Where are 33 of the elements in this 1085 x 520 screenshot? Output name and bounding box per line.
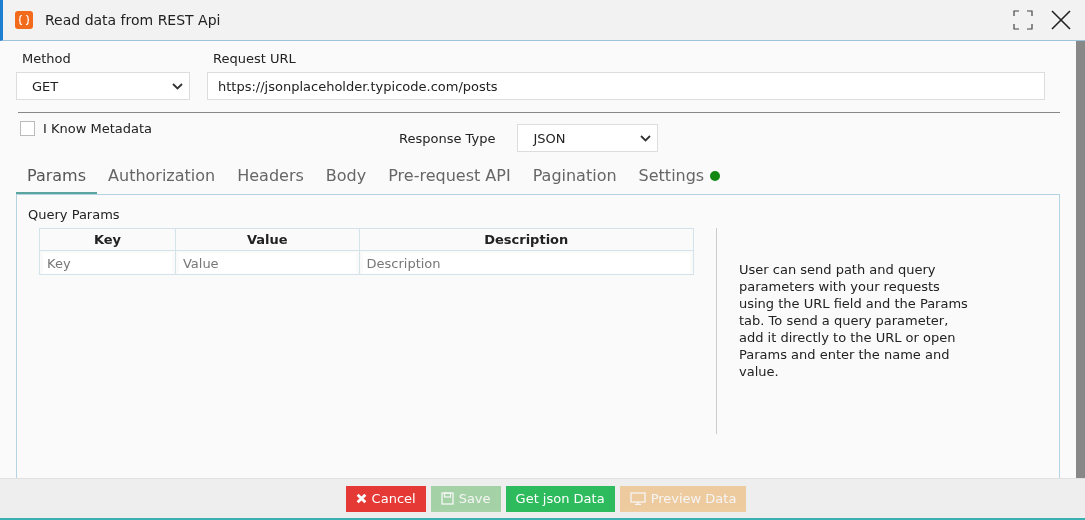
cell-input-field[interactable]: Description (362, 252, 690, 274)
cancel-button[interactable]: Cancel (345, 485, 426, 512)
url-input-field[interactable]: https://jsonplaceholder.typicode.com/posts (207, 72, 1045, 100)
api-logo-icon (15, 11, 33, 29)
field-label: Request URL (212, 51, 297, 66)
column-header: Description (359, 228, 694, 251)
caret-icon (640, 134, 652, 142)
tab[interactable]: Pre-request API (377, 166, 522, 194)
window-title: Read data from REST Api (45, 12, 222, 28)
column-header: Key (39, 228, 176, 251)
tab[interactable]: Authorization (97, 166, 227, 194)
caret-icon (172, 82, 183, 90)
monitor-icon (629, 492, 646, 505)
maximize-icon[interactable] (1013, 10, 1033, 30)
checkbox[interactable] (20, 121, 35, 136)
field-label: Method (21, 51, 72, 66)
close-icon[interactable] (1051, 10, 1071, 30)
method-dropdown[interactable]: GET (16, 72, 190, 100)
scrollbar[interactable] (1076, 41, 1085, 478)
response-type-dropdown[interactable]: JSON (517, 124, 659, 152)
column-header: Value (175, 228, 359, 251)
tab[interactable]: Pagination (521, 166, 628, 194)
checkbox-label: I Know Metadata (43, 121, 152, 136)
help-text: User can send path and query parameters with your requests using the URL field and the Params tab. To send a query parameter, add it directly to the URL or open Params and enter the name and value. (739, 261, 969, 381)
tab[interactable]: Body (314, 166, 378, 194)
field-label: Response Type (399, 130, 496, 146)
tab[interactable]: Settings (627, 166, 732, 194)
cell-input-field[interactable]: Value (178, 252, 356, 274)
tab[interactable]: Headers (226, 166, 315, 194)
cell-input-field[interactable]: Key (43, 252, 172, 274)
close-icon (355, 493, 367, 504)
tab[interactable]: Params (16, 166, 98, 194)
section-title: Query Params (28, 207, 121, 222)
